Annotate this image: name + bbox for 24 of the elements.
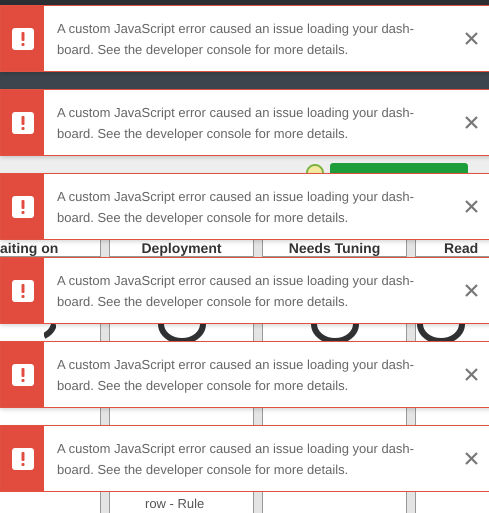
close-icon[interactable]	[465, 116, 478, 129]
error-message: A custom JavaScript error caused an issue loading your dash-board. See the developer console for more details.	[57, 272, 415, 311]
error-message: A custom JavaScript error caused an issue loading your dash-board. See the developer console for more details.	[57, 356, 415, 395]
error-message: A custom JavaScript error caused an issue loading your dash-board. See the developer console for more details.	[57, 440, 415, 479]
error-message: A custom JavaScript error caused an issue loading your dash-board. See the developer console for more details.	[57, 104, 415, 143]
error-icon	[12, 112, 34, 134]
error-icon	[12, 28, 34, 50]
column-heading: aiting on	[0, 240, 58, 256]
column-heading: Needs Tuning	[288, 240, 380, 256]
status-icon	[305, 163, 325, 173]
close-icon[interactable]	[465, 200, 478, 213]
close-icon[interactable]	[465, 368, 478, 381]
error-message: A custom JavaScript error caused an issue loading your dash-board. See the developer console for more details.	[57, 188, 415, 227]
error-icon	[12, 364, 34, 386]
error-icon	[12, 448, 34, 470]
close-icon[interactable]	[465, 284, 478, 297]
rule-text: row - Rule	[145, 496, 204, 511]
column-heading: Read	[444, 240, 478, 256]
column-heading: Deployment	[141, 240, 222, 256]
close-icon[interactable]	[465, 452, 478, 465]
error-message: A custom JavaScript error caused an issue loading your dash-board. See the developer console for more details.	[57, 20, 415, 59]
error-icon	[12, 280, 34, 302]
close-icon[interactable]	[465, 32, 478, 45]
error-icon	[12, 196, 34, 218]
